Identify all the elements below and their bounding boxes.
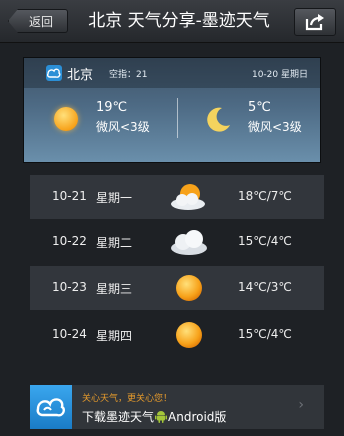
city-name: 北京 xyxy=(67,68,94,83)
forecast-temperature: 15℃/4℃ xyxy=(238,327,292,341)
forecast-weekday: 星期一 xyxy=(96,191,133,205)
sun-icon xyxy=(54,107,78,131)
forecast-date: 10-24 xyxy=(52,327,87,341)
forecast-weekday: 星期二 xyxy=(96,236,133,250)
back-button[interactable]: 返回 xyxy=(8,9,68,33)
banner-slogan: 关心天气，更关心您！ xyxy=(82,394,173,404)
forecast-weekday: 星期三 xyxy=(96,282,133,296)
forecast-row: 10-23 星期三 14℃/3℃ xyxy=(30,266,324,310)
today-weather-card: 北京 空指：21 10-20 星期日 19℃ 微风<3级 5℃ 微风<3级 xyxy=(24,58,320,162)
download-banner[interactable]: 关心天气，更关心您！ 下载墨迹天气 Android版 › xyxy=(30,385,324,429)
forecast-row: 10-21 星期一 18℃/7℃ xyxy=(30,175,324,219)
night-temperature: 5℃ xyxy=(248,100,271,115)
today-header: 北京 空指：21 10-20 星期日 xyxy=(24,58,320,88)
day-night-divider xyxy=(177,98,178,138)
android-icon xyxy=(155,411,168,423)
download-text: 下载墨迹天气 xyxy=(82,410,155,424)
day-temperature: 19℃ xyxy=(96,100,128,115)
page-title: 北京 天气分享-墨迹天气 xyxy=(88,11,270,31)
share-button[interactable] xyxy=(294,8,336,36)
forecast-row: 10-22 星期二 15℃/4℃ xyxy=(30,220,324,264)
forecast-date: 10-21 xyxy=(52,189,87,203)
sun-icon xyxy=(176,275,202,301)
forecast-temperature: 14℃/3℃ xyxy=(238,280,292,294)
cloudy-icon xyxy=(171,230,207,255)
top-bar: 返回 北京 天气分享-墨迹天气 xyxy=(0,0,344,43)
forecast-temperature: 18℃/7℃ xyxy=(238,189,292,203)
sun-icon xyxy=(176,322,202,348)
moji-logo-icon xyxy=(46,65,62,81)
partly-cloudy-icon xyxy=(171,184,205,210)
forecast-row: 10-24 星期四 15℃/4℃ xyxy=(30,313,324,357)
aqi-value: 空指：21 xyxy=(109,70,148,80)
moon-icon xyxy=(207,107,230,132)
day-wind: 微风<3级 xyxy=(96,120,150,134)
share-icon xyxy=(305,14,324,31)
forecast-temperature: 15℃/4℃ xyxy=(238,234,292,248)
forecast-date: 10-23 xyxy=(52,280,87,294)
today-date: 10-20 星期日 xyxy=(251,70,308,80)
download-link[interactable]: 下载墨迹天气 Android版 xyxy=(82,408,226,425)
chevron-right-icon[interactable]: › xyxy=(298,397,304,413)
forecast-date: 10-22 xyxy=(52,234,87,248)
moji-app-logo-icon xyxy=(30,385,72,429)
forecast-weekday: 星期四 xyxy=(96,329,133,343)
night-wind: 微风<3级 xyxy=(248,120,302,134)
download-platform: Android版 xyxy=(168,410,227,424)
